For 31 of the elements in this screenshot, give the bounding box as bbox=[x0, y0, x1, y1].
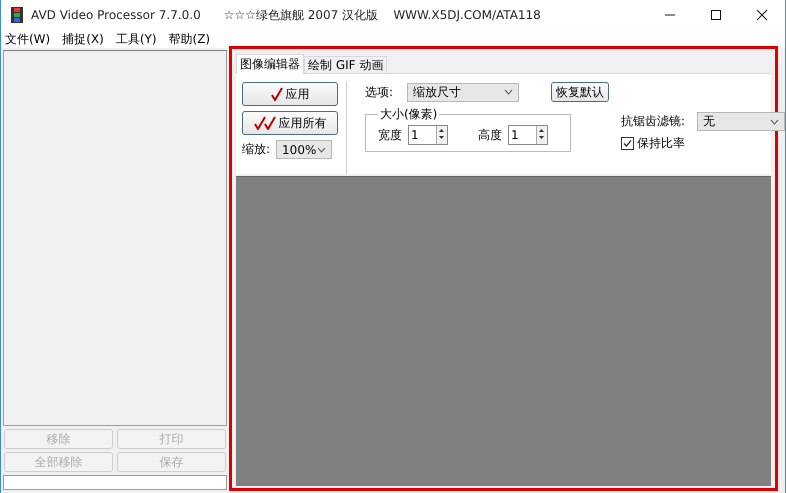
zoom-dropdown[interactable]: 100% bbox=[276, 140, 332, 159]
zoom-label: 缩放: bbox=[242, 141, 270, 158]
menu-item[interactable]: 帮助(Z) bbox=[168, 30, 210, 48]
option-label: 选项: bbox=[365, 84, 394, 100]
apply-all-button[interactable]: 应用所有 bbox=[242, 111, 338, 135]
window-title: AVD Video Processor 7.7.0.0 ☆☆☆绿色旗舰 2007 汉化版 WWW.X5DJ.COM/ATA118 bbox=[31, 6, 542, 24]
group-title: 大小(像素) bbox=[379, 106, 438, 123]
film-icon bbox=[11, 7, 23, 23]
keep-ratio-label: 保持比率 bbox=[637, 135, 685, 152]
check-icon bbox=[270, 87, 282, 101]
tab[interactable]: 绘制 GIF 动画 bbox=[304, 56, 388, 73]
reset-button[interactable]: 恢复默认 bbox=[551, 82, 610, 102]
filter-label: 抗锯齿滤镜: bbox=[621, 113, 686, 130]
close-icon bbox=[756, 9, 768, 21]
option-dropdown[interactable]: 缩放尺寸 bbox=[407, 82, 520, 102]
apply-button[interactable]: 应用 bbox=[242, 82, 338, 106]
width-spinner[interactable]: 1 bbox=[408, 125, 448, 145]
checkbox[interactable] bbox=[621, 137, 634, 150]
height-spinner[interactable]: 1 bbox=[508, 125, 548, 145]
maximize-icon bbox=[710, 9, 722, 21]
caret-icon bbox=[317, 146, 326, 152]
double-check-icon bbox=[254, 116, 276, 130]
menu-item[interactable]: 文件(W) bbox=[5, 30, 50, 48]
caret-icon bbox=[504, 89, 514, 95]
menu-item[interactable]: 工具(Y) bbox=[116, 30, 157, 48]
filter-dropdown[interactable]: 无 bbox=[697, 112, 785, 131]
menu-item[interactable]: 捕捉(X) bbox=[62, 30, 104, 48]
width-label: 宽度 bbox=[378, 126, 402, 144]
tab[interactable]: 图像编辑器 bbox=[236, 54, 304, 74]
height-label: 高度 bbox=[478, 126, 502, 144]
caret-icon bbox=[770, 118, 780, 124]
